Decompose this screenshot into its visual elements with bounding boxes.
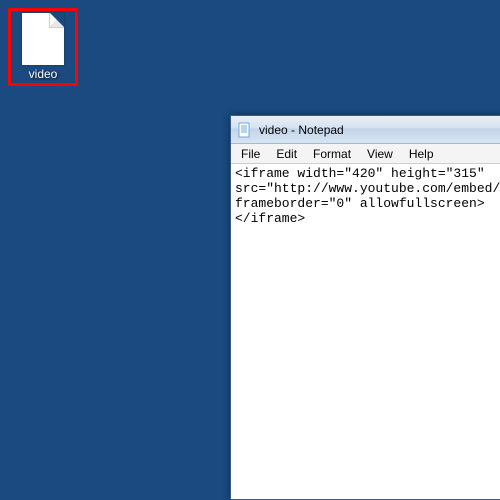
desktop-file-icon[interactable]: video [8,8,78,86]
notepad-window: video - Notepad File Edit Format View He… [230,115,500,500]
text-editor[interactable]: <iframe width="420" height="315" src="ht… [231,164,500,499]
titlebar[interactable]: video - Notepad [231,116,500,144]
desktop-icon-label: video [29,67,58,81]
menu-format[interactable]: Format [305,146,359,162]
notepad-app-icon [237,122,253,138]
menubar: File Edit Format View Help [231,144,500,164]
menu-help[interactable]: Help [401,146,442,162]
menu-edit[interactable]: Edit [268,146,305,162]
menu-view[interactable]: View [359,146,401,162]
window-title: video - Notepad [259,123,344,137]
file-icon [22,13,64,65]
menu-file[interactable]: File [233,146,268,162]
